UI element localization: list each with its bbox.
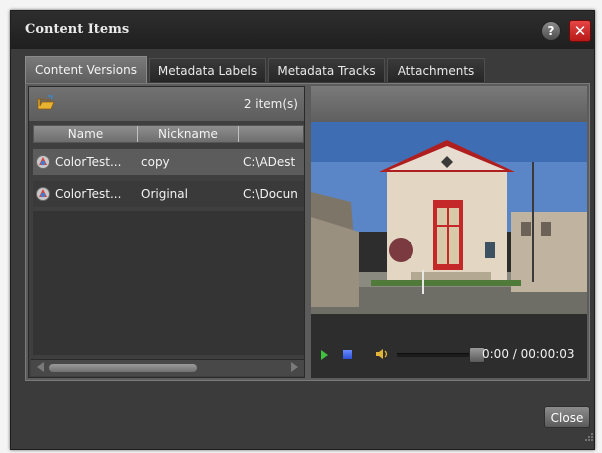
row-nickname: Original [141, 187, 188, 201]
video-preview-image [311, 122, 587, 314]
tab-content-versions[interactable]: Content Versions [25, 56, 147, 83]
preview-panel: 0:00 / 00:00:03 [311, 86, 587, 378]
row-nickname: copy [141, 155, 170, 169]
resize-grip-icon[interactable] [584, 432, 594, 442]
column-header-path[interactable] [239, 126, 303, 142]
file-icon [36, 187, 50, 201]
play-icon[interactable] [321, 350, 328, 360]
title-bar[interactable]: Content Items ? ✕ [11, 11, 594, 49]
list-item[interactable]: ColorTest... Original C:\Docun [33, 181, 304, 207]
file-icon [36, 155, 50, 169]
list-item[interactable]: ColorTest... copy C:\ADest [33, 149, 304, 175]
tab-attachments[interactable]: Attachments [387, 58, 485, 82]
row-path: C:\Docun [243, 187, 298, 201]
list-empty-area [33, 211, 304, 355]
row-name: ColorTest... [55, 155, 122, 169]
stop-icon[interactable] [343, 350, 352, 359]
list-toolbar: 2 item(s) [29, 87, 304, 121]
volume-icon[interactable] [375, 347, 389, 361]
horizontal-scrollbar[interactable] [31, 359, 304, 376]
list-header: Name Nickname [33, 125, 304, 143]
column-header-nickname[interactable]: Nickname [138, 126, 239, 142]
folder-open-icon[interactable] [37, 95, 55, 111]
time-display: 0:00 / 00:00:03 [482, 347, 575, 361]
scroll-left-icon[interactable] [37, 362, 44, 372]
row-path: C:\ADest [243, 155, 296, 169]
row-name: ColorTest... [55, 187, 122, 201]
scroll-right-icon[interactable] [291, 362, 298, 372]
preview-header [311, 86, 587, 122]
versions-list-panel: 2 item(s) Name Nickname ColorTest... cop… [28, 86, 305, 378]
tab-metadata-labels[interactable]: Metadata Labels [149, 58, 266, 82]
help-icon[interactable]: ? [541, 21, 561, 41]
column-header-name[interactable]: Name [34, 126, 138, 142]
close-icon[interactable]: ✕ [569, 20, 591, 42]
item-count: 2 item(s) [243, 97, 298, 111]
playback-controls: 0:00 / 00:00:03 [311, 344, 587, 366]
window-title: Content Items [25, 22, 130, 37]
close-button[interactable]: Close [544, 406, 590, 428]
scrollbar-thumb[interactable] [49, 364, 197, 372]
tab-metadata-tracks[interactable]: Metadata Tracks [268, 58, 385, 82]
